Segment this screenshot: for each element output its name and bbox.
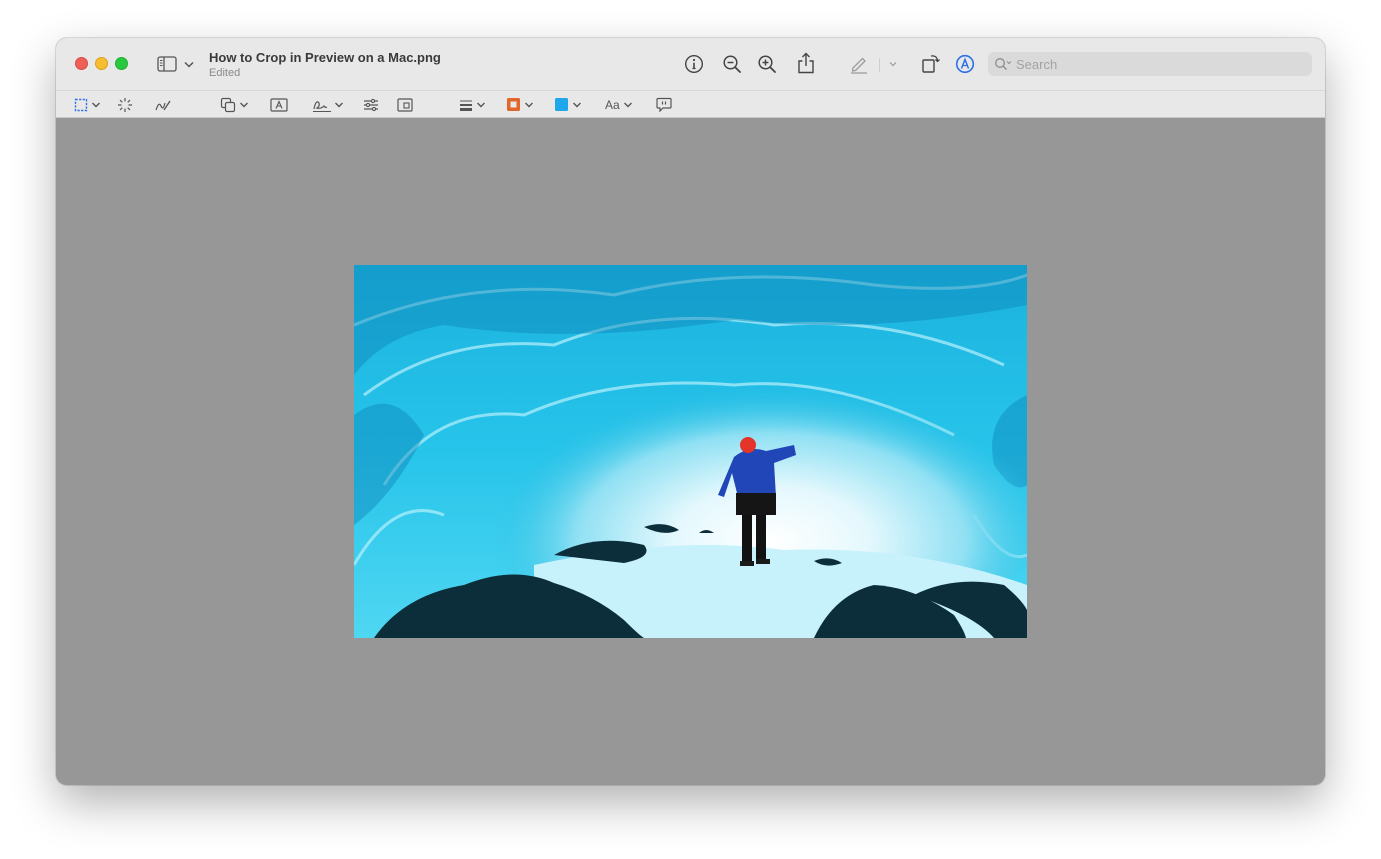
highlight-button[interactable] [848, 53, 870, 75]
chevron-down-icon [477, 102, 485, 107]
sidebar-toggle-button[interactable] [156, 54, 178, 74]
toolbar-separator [879, 58, 880, 72]
search-field[interactable] [988, 52, 1312, 76]
highlight-pen-icon [851, 57, 867, 74]
search-icon [995, 58, 1012, 70]
text-box-icon [270, 97, 288, 112]
info-button[interactable] [683, 53, 705, 75]
sign-icon [313, 100, 331, 112]
note-icon [656, 97, 672, 112]
zoom-out-button[interactable] [721, 53, 743, 75]
highlight-options-button[interactable] [886, 58, 900, 70]
chevron-down-icon [335, 102, 343, 107]
document-canvas[interactable] [56, 118, 1325, 785]
chevron-down-icon [525, 102, 533, 107]
instant-alpha-button[interactable] [117, 91, 133, 118]
info-icon [684, 54, 704, 74]
text-style-button[interactable]: Aa [605, 91, 635, 118]
instant-alpha-icon [118, 97, 132, 112]
main-toolbar: How to Crop in Preview on a Mac.png Edit… [56, 38, 1325, 90]
shape-style-icon [460, 100, 472, 111]
sidebar-options-button[interactable] [182, 57, 196, 71]
zoom-window-button[interactable] [115, 57, 128, 70]
search-input[interactable] [1016, 56, 1296, 72]
adjust-size-icon [397, 97, 413, 112]
zoom-in-button[interactable] [756, 53, 778, 75]
adjust-color-button[interactable] [363, 91, 379, 118]
shapes-button[interactable] [220, 91, 250, 118]
markup-icon [955, 54, 975, 74]
chevron-down-icon [92, 102, 100, 107]
markup-toolbar: Aa [56, 90, 1325, 118]
fill-color-button[interactable] [554, 91, 584, 118]
share-button[interactable] [795, 51, 817, 75]
fill-color-icon [555, 98, 568, 111]
sketch-icon [155, 100, 171, 110]
sidebar-icon [157, 56, 177, 72]
share-icon [798, 52, 814, 74]
minimize-window-button[interactable] [95, 57, 108, 70]
border-color-icon [507, 98, 520, 111]
chevron-down-icon [623, 102, 632, 107]
ice-cave-photo[interactable] [354, 265, 1027, 638]
zoom-in-icon [758, 55, 776, 73]
chevron-down-icon [184, 61, 194, 68]
rectangular-selection-icon [74, 98, 88, 111]
shape-style-button[interactable] [459, 91, 489, 118]
ice-cave-image [354, 265, 1027, 638]
chevron-down-icon [240, 102, 248, 107]
shapes-icon [220, 97, 236, 112]
selection-tools-button[interactable] [74, 91, 104, 118]
sketch-button[interactable] [155, 91, 171, 118]
text-style-icon: Aa [605, 97, 620, 112]
rotate-button[interactable] [920, 51, 942, 75]
border-color-button[interactable] [506, 91, 536, 118]
titlebar: How to Crop in Preview on a Mac.png Edit… [56, 38, 1325, 118]
rotate-icon [922, 55, 940, 73]
document-status: Edited [209, 67, 241, 79]
chevron-down-icon [889, 62, 897, 67]
close-window-button[interactable] [75, 57, 88, 70]
text-box-button[interactable] [270, 91, 288, 118]
sign-button[interactable] [312, 91, 344, 118]
note-button[interactable] [656, 91, 672, 118]
markup-toggle-button[interactable] [954, 53, 976, 75]
document-title: How to Crop in Preview on a Mac.png [209, 50, 441, 65]
preview-window: How to Crop in Preview on a Mac.png Edit… [56, 38, 1325, 785]
adjust-size-button[interactable] [397, 91, 413, 118]
chevron-down-icon [573, 102, 581, 107]
adjust-color-icon [364, 98, 378, 111]
zoom-out-icon [723, 55, 741, 73]
